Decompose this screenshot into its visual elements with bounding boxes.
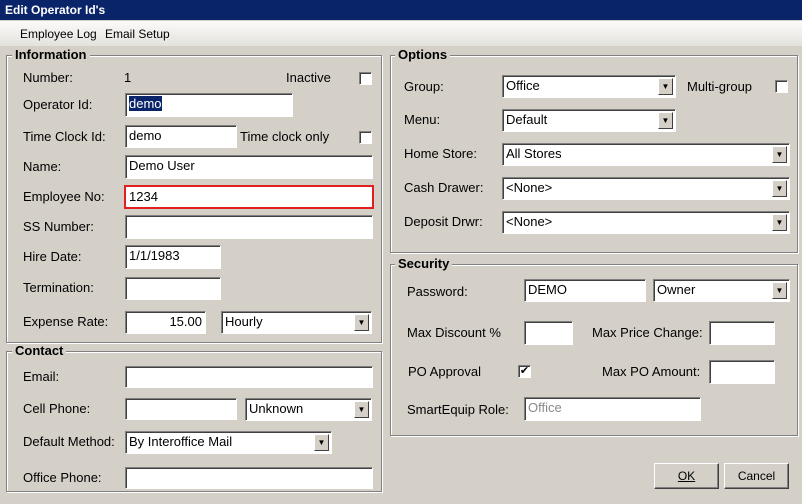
operator-id-input[interactable]: demo <box>125 93 293 117</box>
employee-no-label: Employee No: <box>23 189 105 204</box>
chevron-down-icon[interactable]: ▼ <box>658 112 673 129</box>
inactive-label: Inactive <box>286 70 331 85</box>
home-store-value: All Stores <box>506 146 562 161</box>
password-label: Password: <box>407 284 468 299</box>
max-price-change-label: Max Price Change: <box>592 325 703 340</box>
role-value: Owner <box>657 282 696 297</box>
deposit-drawer-label: Deposit Drwr: <box>404 214 483 229</box>
expense-rate-input[interactable]: 15.00 <box>125 311 206 334</box>
name-input[interactable]: Demo User <box>125 155 373 179</box>
window-title: Edit Operator Id's <box>5 3 106 17</box>
office-phone-input[interactable] <box>125 467 373 489</box>
chevron-down-icon[interactable]: ▼ <box>772 282 787 299</box>
contact-title: Contact <box>12 344 67 358</box>
max-price-change-input[interactable] <box>709 321 775 345</box>
rate-type-value: Hourly <box>225 314 263 329</box>
chevron-down-icon[interactable]: ▼ <box>354 401 369 418</box>
operator-id-value: demo <box>129 96 162 111</box>
cancel-label: Cancel <box>737 469 776 483</box>
security-title: Security <box>395 257 453 271</box>
hire-date-input[interactable]: 1/1/1983 <box>125 245 221 269</box>
po-approval-label: PO Approval <box>408 364 481 379</box>
time-clock-only-label: Time clock only <box>240 129 330 144</box>
operator-id-label: Operator Id: <box>23 97 93 112</box>
po-approval-checkbox[interactable]: ✔ <box>518 365 531 378</box>
information-title: Information <box>12 48 90 62</box>
cash-drawer-select[interactable]: <None> ▼ <box>502 177 790 200</box>
max-discount-input[interactable] <box>524 321 573 345</box>
smartequip-role-input: Office <box>524 397 701 421</box>
deposit-drawer-select[interactable]: <None> ▼ <box>502 211 790 234</box>
menu-select[interactable]: Default ▼ <box>502 109 676 132</box>
menu-value: Default <box>506 112 548 127</box>
menu-employee-log[interactable]: Employee Log <box>20 26 97 42</box>
cell-phone-input[interactable] <box>125 398 237 420</box>
termination-label: Termination: <box>23 280 94 295</box>
email-input[interactable] <box>125 366 373 388</box>
cell-type-select[interactable]: Unknown ▼ <box>245 398 372 421</box>
home-store-select[interactable]: All Stores ▼ <box>502 143 790 166</box>
menu-bar: Employee Log Email Setup <box>0 21 802 46</box>
cash-drawer-value: <None> <box>506 180 553 195</box>
multi-group-checkbox[interactable] <box>775 80 788 93</box>
group-select[interactable]: Office ▼ <box>502 75 676 98</box>
ss-number-input[interactable] <box>125 215 373 239</box>
cell-type-value: Unknown <box>249 401 304 416</box>
office-phone-label: Office Phone: <box>23 470 102 485</box>
inactive-checkbox[interactable] <box>359 72 372 85</box>
number-label: Number: <box>23 70 73 85</box>
password-input[interactable]: DEMO <box>524 279 646 302</box>
employee-no-input[interactable]: 1234 <box>124 185 374 209</box>
max-po-amount-label: Max PO Amount: <box>602 364 701 379</box>
chevron-down-icon[interactable]: ▼ <box>772 214 787 231</box>
time-clock-only-checkbox[interactable] <box>359 131 372 144</box>
cancel-button[interactable]: Cancel <box>724 463 789 489</box>
chevron-down-icon[interactable]: ▼ <box>658 78 673 95</box>
chevron-down-icon[interactable]: ▼ <box>314 434 329 451</box>
group-value: Office <box>506 78 540 93</box>
role-select[interactable]: Owner ▼ <box>653 279 790 302</box>
default-method-label: Default Method: <box>23 434 115 449</box>
time-clock-id-input[interactable]: demo <box>125 125 237 148</box>
chevron-down-icon[interactable]: ▼ <box>354 314 369 331</box>
group-label: Group: <box>404 79 444 94</box>
name-label: Name: <box>23 159 62 174</box>
title-bar: Edit Operator Id's <box>0 0 802 20</box>
email-label: Email: <box>23 369 60 384</box>
hire-date-label: Hire Date: <box>23 249 82 264</box>
multi-group-label: Multi-group <box>687 79 753 94</box>
menu-label: Menu: <box>404 112 441 127</box>
default-method-value: By Interoffice Mail <box>129 434 233 449</box>
cell-phone-label: Cell Phone: <box>23 401 91 416</box>
time-clock-id-label: Time Clock Id: <box>23 129 106 144</box>
cash-drawer-label: Cash Drawer: <box>404 180 484 195</box>
options-title: Options <box>395 48 451 62</box>
rate-type-select[interactable]: Hourly ▼ <box>221 311 372 334</box>
ok-button[interactable]: OK <box>654 463 719 489</box>
smartequip-role-label: SmartEquip Role: <box>407 402 509 417</box>
default-method-select[interactable]: By Interoffice Mail ▼ <box>125 431 332 454</box>
deposit-drawer-value: <None> <box>506 214 553 229</box>
max-discount-label: Max Discount % <box>407 325 501 340</box>
number-value: 1 <box>124 70 132 85</box>
ss-number-label: SS Number: <box>23 219 94 234</box>
ok-label: OK <box>677 469 696 483</box>
expense-rate-label: Expense Rate: <box>23 314 109 329</box>
chevron-down-icon[interactable]: ▼ <box>772 146 787 163</box>
chevron-down-icon[interactable]: ▼ <box>772 180 787 197</box>
termination-input[interactable] <box>125 277 221 300</box>
max-po-amount-input[interactable] <box>709 360 775 384</box>
menu-email-setup[interactable]: Email Setup <box>105 26 170 42</box>
home-store-label: Home Store: <box>404 146 477 161</box>
